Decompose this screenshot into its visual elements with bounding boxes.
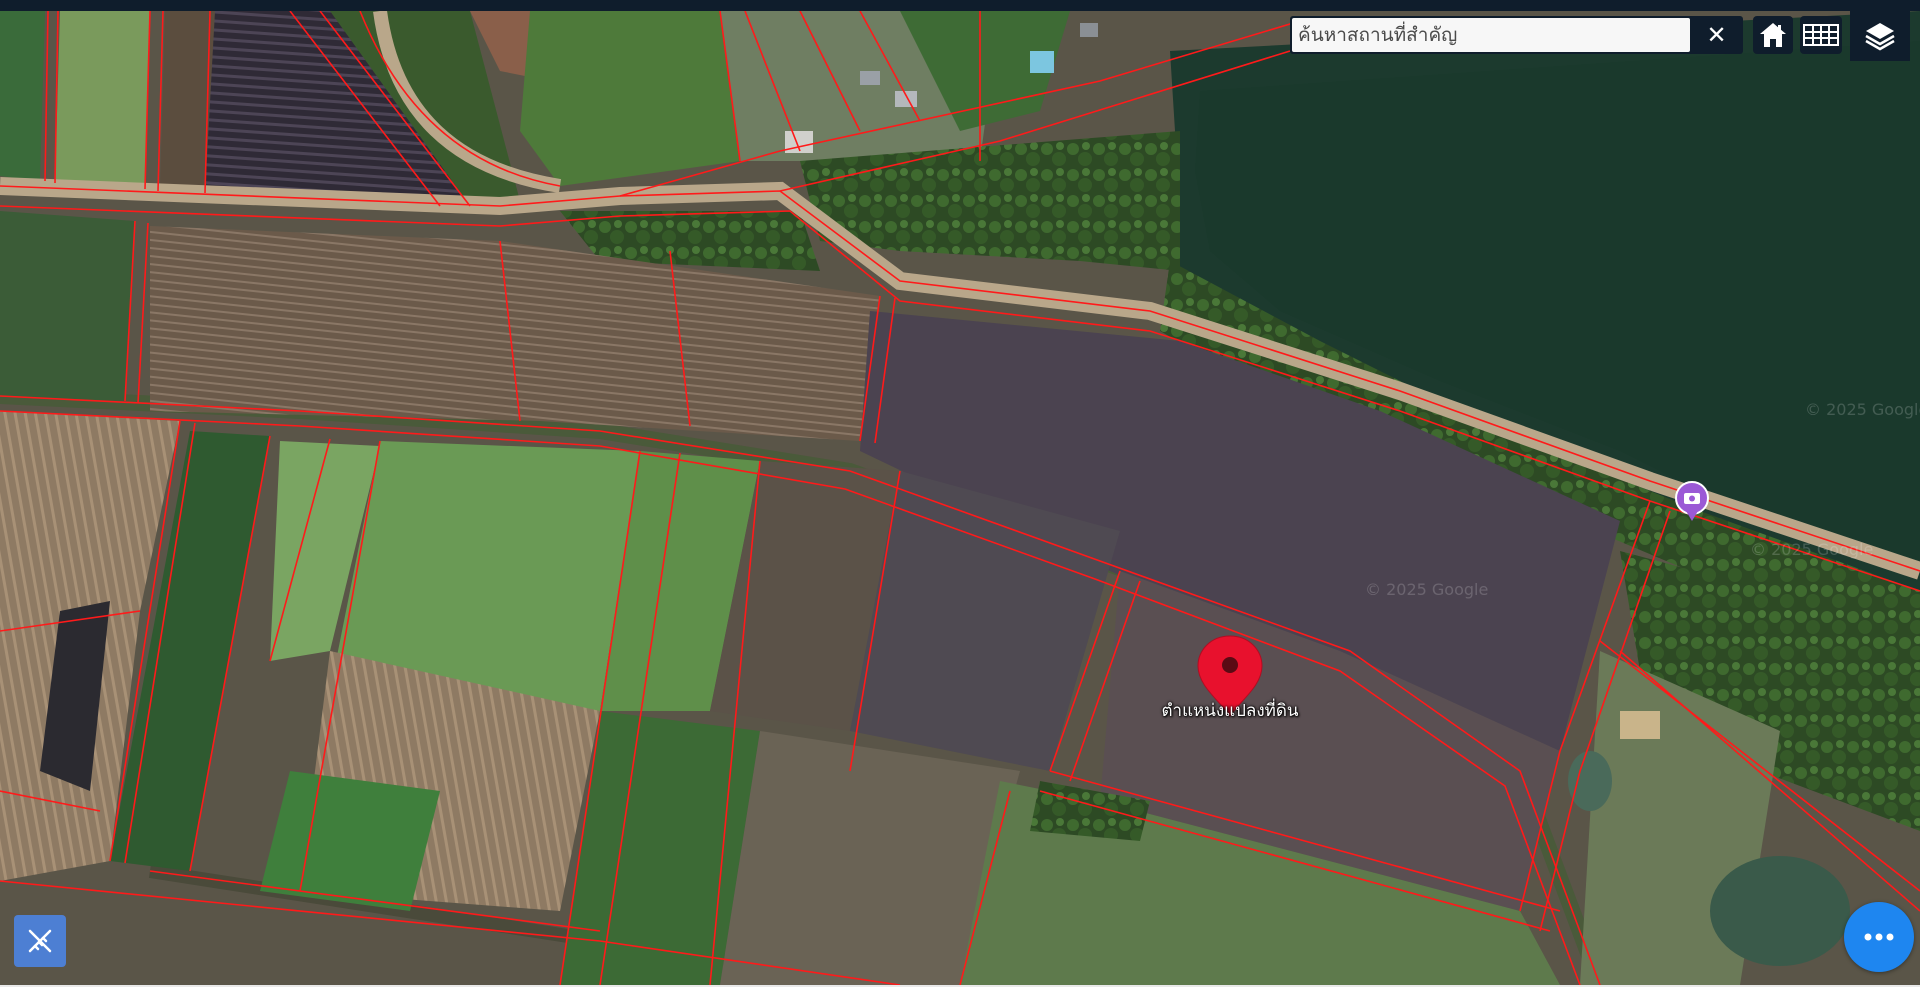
measure-tools-button[interactable] [14, 915, 66, 967]
measure-tools-icon [28, 929, 52, 953]
more-dots-icon [1864, 933, 1894, 941]
marker-label: ตำแหน่งแปลงที่ดิน [1161, 701, 1299, 721]
satellite-map[interactable] [0, 11, 1920, 985]
map-watermark: © 2025 Google [1750, 540, 1874, 559]
layers-button[interactable] [1850, 11, 1910, 61]
map-watermark: © 2025 Google [1365, 580, 1489, 599]
map-watermark: © 2025 Google [1805, 400, 1920, 419]
layers-icon [1865, 23, 1895, 51]
home-button[interactable] [1753, 16, 1793, 54]
grid-icon [1803, 24, 1839, 46]
top-bar [0, 0, 1920, 11]
grid-toggle-button[interactable] [1800, 16, 1842, 54]
map-canvas[interactable] [0, 11, 1920, 985]
clear-search-button[interactable]: ✕ [1690, 16, 1743, 54]
search-bar: ✕ [1290, 16, 1743, 54]
more-options-button[interactable] [1844, 902, 1914, 972]
home-icon [1760, 23, 1786, 47]
search-input[interactable] [1292, 18, 1690, 52]
